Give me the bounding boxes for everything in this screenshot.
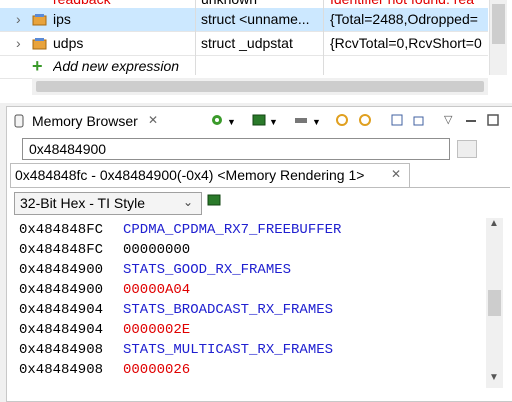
scroll-thumb[interactable] [36,81,484,92]
memory-row[interactable]: 0x48484904 STATS_BROADCAST_RX_FRAMES [19,300,333,320]
gear-chip-icon[interactable] [210,113,224,127]
minimize-icon[interactable] [464,113,478,127]
row-address: 0x48484908 [19,342,104,358]
memory-row[interactable]: 0x484848FC CPDMA_CPDMA_RX7_FREEBUFFER [19,220,341,240]
rendering-tab-label: 0x484848fc - 0x48484900(-0x4) <Memory Re… [15,167,365,183]
row-value-changed: 0000002E [123,322,191,338]
row-address: 0x484848FC [19,222,104,238]
add-expression-row[interactable]: + Add new expression [0,55,488,79]
expressions-vertical-scrollbar[interactable] [489,0,507,75]
pin-view-icon[interactable] [412,113,426,127]
memory-rendering-tab[interactable]: 0x484848fc - 0x48484900(-0x4) <Memory Re… [10,163,410,188]
expression-type: struct _udpstat [201,35,293,51]
memory-row[interactable]: 0x48484900 00000A04 [19,280,190,300]
new-view-icon[interactable] [390,113,404,127]
row-value: 00000000 [123,242,191,258]
memory-browser-tab[interactable]: Memory Browser ✕ [7,107,167,135]
format-select[interactable]: 32-Bit Hex - TI Style ⌄ [14,192,202,215]
row-address: 0x48484908 [19,362,104,378]
memory-chip-icon[interactable] [252,113,266,127]
chevron-right-icon[interactable]: › [16,32,28,55]
format-select-value: 32-Bit Hex - TI Style [20,195,146,211]
scroll-down-icon[interactable]: ▼ [489,372,499,383]
row-symbol: STATS_MULTICAST_RX_FRAMES [123,342,334,358]
memory-row[interactable]: 0x48484900 STATS_GOOD_RX_FRAMES [19,260,291,280]
memory-row[interactable]: 0x484848FC 00000000 [19,240,190,260]
scroll-thumb[interactable] [488,290,501,316]
memory-row[interactable]: 0x48484908 00000026 [19,360,190,380]
memory-row[interactable]: 0x48484904 0000002E [19,320,190,340]
view-menu-icon[interactable]: ▽ [444,113,458,127]
scroll-up-icon[interactable]: ▲ [489,218,499,229]
chevron-right-icon[interactable]: › [16,8,28,31]
row-address: 0x484848FC [19,242,104,258]
expression-name: udps [53,35,84,51]
column-divider [323,0,324,75]
expressions-panel: readback unknown Identifier not found: r… [0,0,512,103]
struct-icon [32,32,50,55]
expression-value: {RcvTotal=0,RcvShort=0 [330,35,482,51]
row-address: 0x48484904 [19,302,104,318]
memory-row[interactable]: 0x48484908 STATS_MULTICAST_RX_FRAMES [19,340,333,360]
expression-row-selected[interactable]: › ips struct <unname... {Total=2488,Odro… [0,8,488,32]
add-plus-icon: + [32,56,43,76]
row-value-changed: 00000026 [123,362,191,378]
tab-title: Memory Browser [32,113,138,129]
row-symbol: STATS_BROADCAST_RX_FRAMES [123,302,334,318]
memory-chip-icon [13,114,25,131]
chevron-down-icon: ⌄ [183,195,194,209]
memory-chip-icon[interactable] [207,193,221,210]
add-expression-label: Add new expression [53,58,180,74]
column-divider [195,0,196,75]
row-symbol: STATS_GOOD_RX_FRAMES [123,262,292,278]
dropdown-arrow-icon[interactable]: ▼ [312,117,326,131]
expression-name: ips [53,11,71,27]
dropdown-arrow-icon[interactable]: ▼ [227,117,241,131]
scroll-thumb[interactable] [492,4,505,44]
row-address: 0x48484900 [19,282,104,298]
expression-value: {Total=2488,Odropped= [330,11,478,27]
close-icon[interactable]: ✕ [148,113,158,127]
close-icon[interactable]: ✕ [391,167,401,181]
row-value-changed: 00000A04 [123,282,191,298]
struct-icon [32,8,50,31]
row-address: 0x48484900 [19,262,104,278]
row-symbol: CPDMA_CPDMA_RX7_FREEBUFFER [123,222,342,238]
row-address: 0x48484904 [19,322,104,338]
sync-icon[interactable] [358,113,372,127]
address-input[interactable] [22,138,450,160]
expression-type: struct <unname... [201,11,310,27]
expression-row[interactable]: › udps struct _udpstat {RcvTotal=0,RcvSh… [0,32,488,56]
copy-icon[interactable] [457,140,477,158]
maximize-icon[interactable] [486,113,500,127]
memory-toolbar: ▼ ▼ ▼ ▽ [200,107,512,135]
memory-strip-icon[interactable] [294,113,308,127]
sync-icon[interactable] [335,113,349,127]
dropdown-arrow-icon[interactable]: ▼ [269,117,283,131]
